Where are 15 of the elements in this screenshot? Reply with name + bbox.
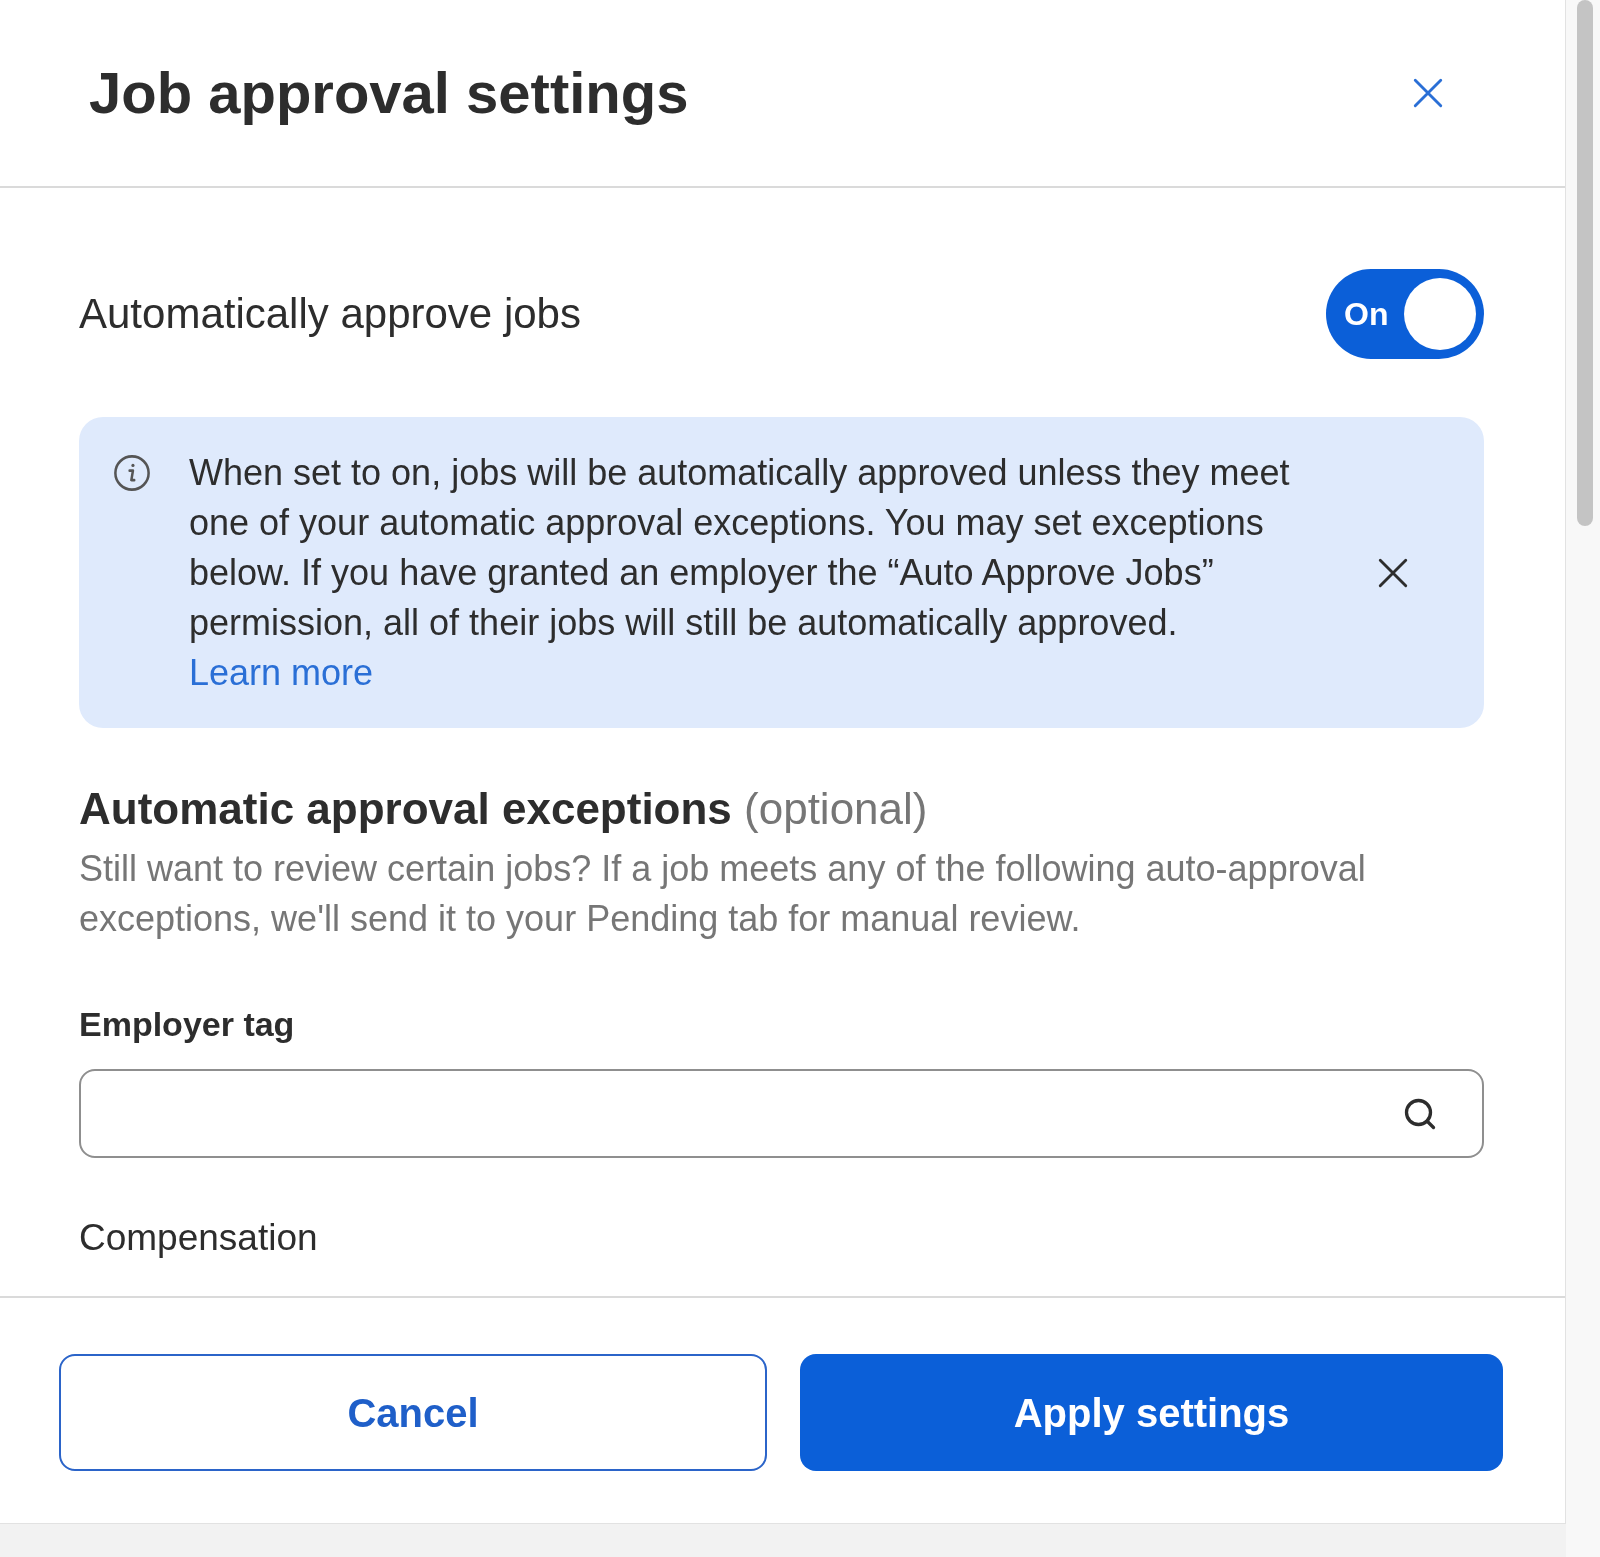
learn-more-link[interactable]: Learn more <box>189 652 374 693</box>
field-label: Employer tag <box>79 1004 296 1045</box>
cancel-button[interactable]: Cancel <box>59 1354 767 1471</box>
section-heading: Automatic approval exceptions (optional) <box>79 783 929 835</box>
search-field[interactable] <box>79 1069 1484 1158</box>
apply-settings-button[interactable]: Apply settings <box>800 1354 1503 1471</box>
scrollbar-thumb[interactable] <box>1577 0 1593 526</box>
setting-label: Automatically approve jobs <box>79 293 581 335</box>
toggle-switch[interactable]: On <box>1326 269 1484 359</box>
toggle-knob <box>1404 278 1476 350</box>
close-icon[interactable] <box>1376 556 1410 590</box>
info-icon <box>113 454 151 492</box>
info-message: When set to on, jobs will be automatically approved unless they meet one of your automatic approval exceptions. You may set exceptions below. If you have granted an employer the “Auto Approve Jobs” permission, all of their jobs will still be automatically approved. Learn more <box>189 451 1291 695</box>
section-description: Still want to review certain jobs? If a job meets any of the following auto-approval exceptions, we'll send it to your Pending tab for manual review. <box>79 847 1367 941</box>
section-label: Compensation <box>79 1216 319 1260</box>
